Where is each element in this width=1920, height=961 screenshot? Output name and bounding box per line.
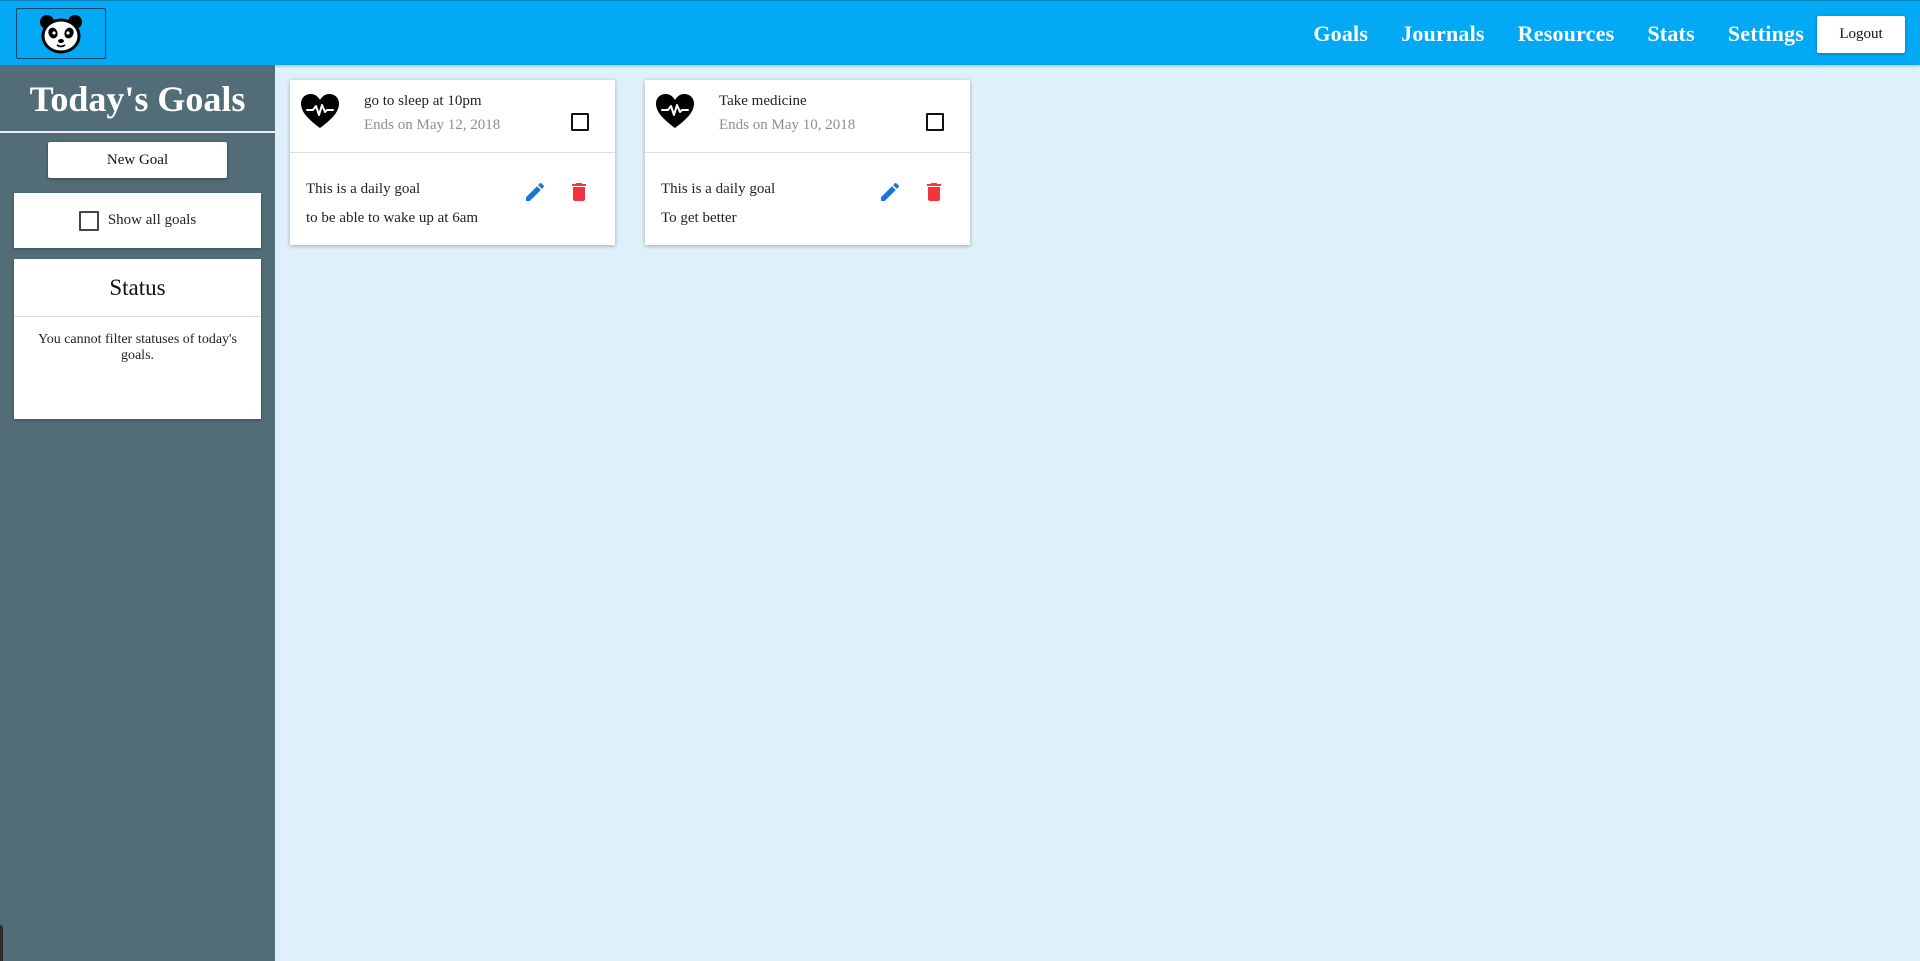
main-nav: Goals Journals Resources Stats Settings (1313, 1, 1804, 66)
goal-end-date: Ends on May 10, 2018 (719, 117, 856, 133)
status-panel: Status You cannot filter statuses of tod… (14, 259, 261, 419)
heart-pulse-icon (656, 94, 694, 128)
corner-handle (0, 925, 3, 961)
show-all-goals-panel: Show all goals (14, 193, 261, 248)
edit-icon[interactable] (878, 180, 902, 204)
status-message: You cannot filter statuses of today's go… (37, 332, 238, 363)
nav-journals[interactable]: Journals (1401, 21, 1485, 47)
status-title: Status (14, 259, 261, 317)
show-all-goals-checkbox[interactable] (78, 210, 99, 231)
goal-reason: to be able to wake up at 6am (306, 210, 479, 226)
goal-card-body: This is a daily goal to be able to wake … (290, 153, 615, 244)
delete-icon[interactable] (922, 180, 946, 204)
logout-button[interactable]: Logout (1817, 16, 1905, 53)
goal-frequency: This is a daily goal (306, 181, 421, 197)
goal-card: go to sleep at 10pm Ends on May 12, 2018… (290, 80, 615, 245)
home-logo-button[interactable] (16, 8, 106, 59)
goal-complete-checkbox[interactable] (926, 113, 944, 131)
nav-stats[interactable]: Stats (1647, 21, 1694, 47)
goal-complete-checkbox[interactable] (571, 113, 589, 131)
goal-reason: To get better (661, 210, 737, 226)
nav-settings[interactable]: Settings (1728, 21, 1804, 47)
goal-title: Take medicine (719, 93, 807, 109)
edit-icon[interactable] (523, 180, 547, 204)
delete-icon[interactable] (567, 180, 591, 204)
goal-card-body: This is a daily goal To get better (645, 153, 970, 244)
new-goal-button[interactable]: New Goal (48, 142, 227, 178)
goal-card-header: Take medicine Ends on May 10, 2018 (645, 80, 970, 153)
show-all-goals-label[interactable]: Show all goals (108, 212, 196, 229)
top-app-bar: Goals Journals Resources Stats Settings … (0, 0, 1920, 65)
heart-pulse-icon (301, 94, 339, 128)
goal-card: Take medicine Ends on May 10, 2018 This … (645, 80, 970, 245)
goal-frequency: This is a daily goal (661, 181, 776, 197)
goal-card-header: go to sleep at 10pm Ends on May 12, 2018 (290, 80, 615, 153)
nav-resources[interactable]: Resources (1518, 21, 1615, 47)
page-title: Today's Goals (0, 65, 275, 133)
sidebar: Today's Goals New Goal Show all goals St… (0, 65, 275, 961)
nav-goals[interactable]: Goals (1313, 21, 1368, 47)
goal-title: go to sleep at 10pm (364, 93, 482, 109)
goal-end-date: Ends on May 12, 2018 (364, 117, 501, 133)
panda-icon (40, 14, 82, 53)
